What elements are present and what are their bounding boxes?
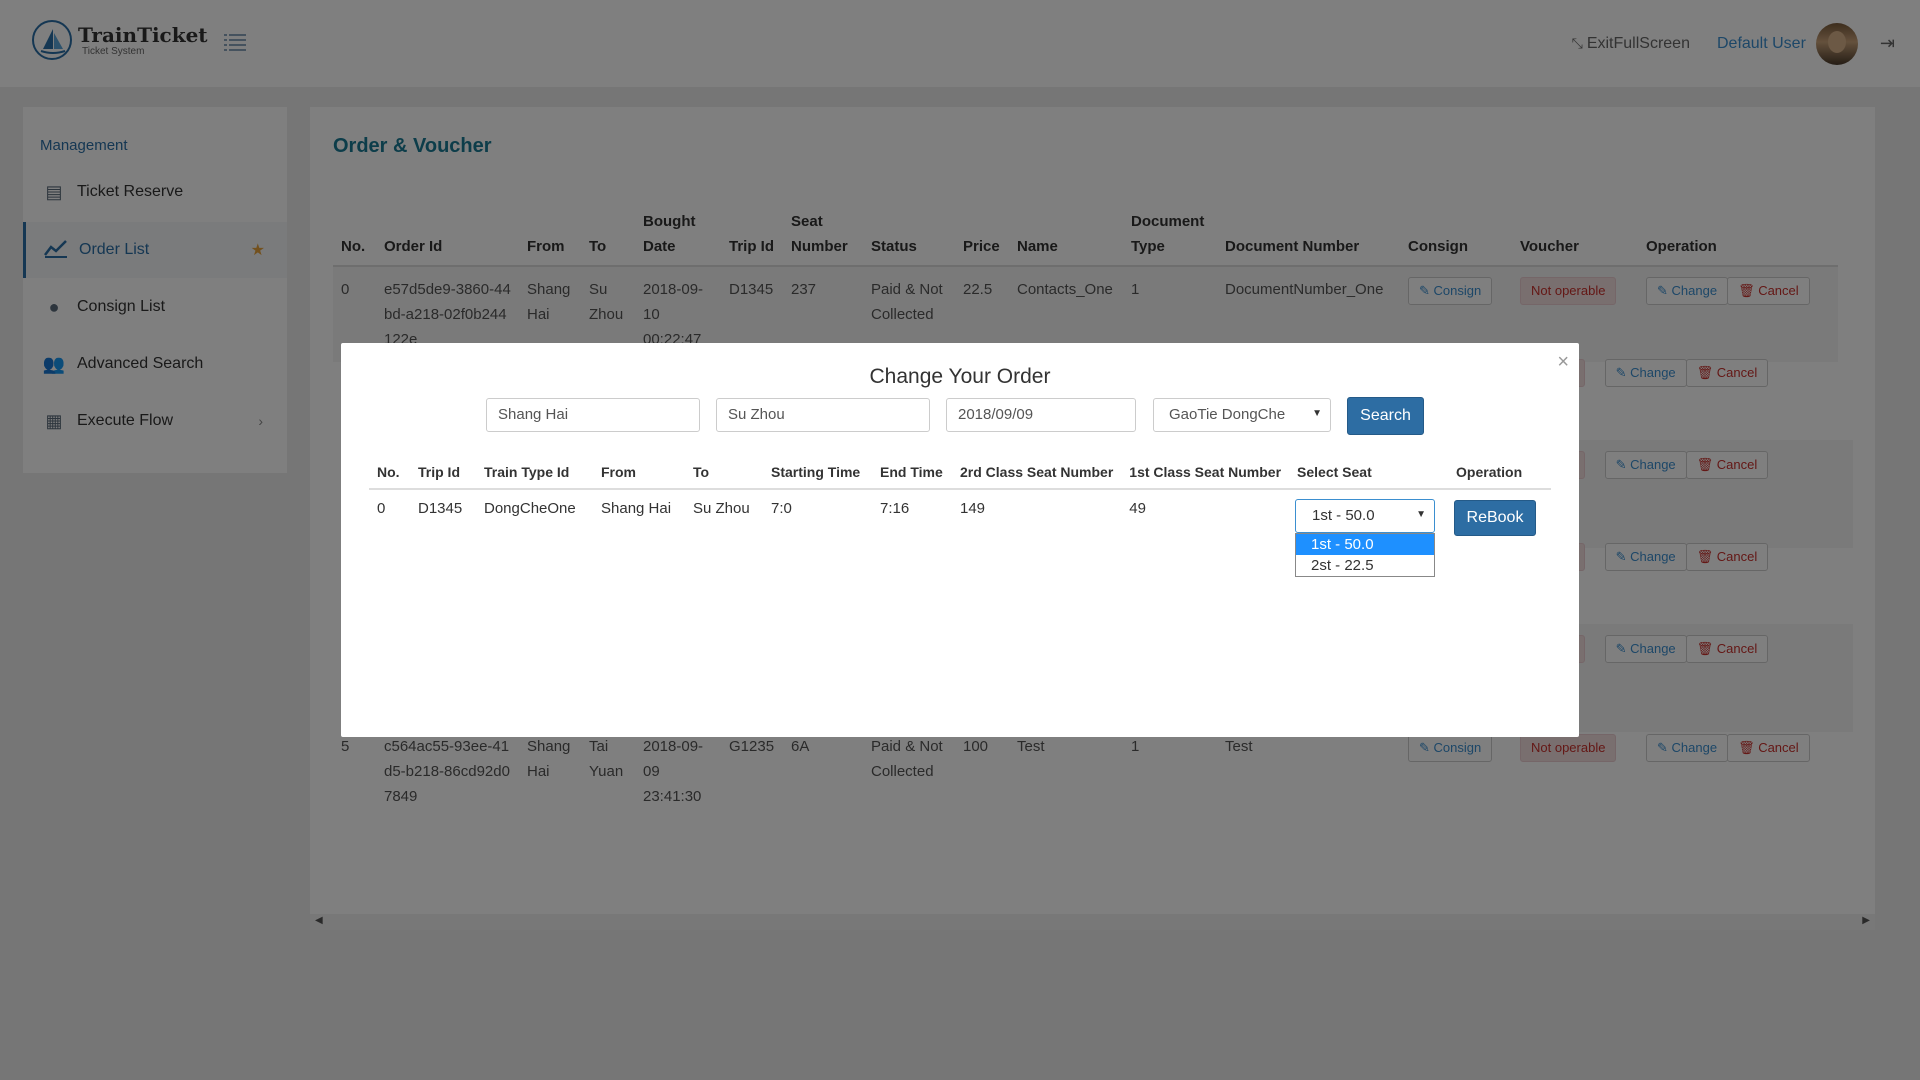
- cell-trip-id: D1345: [418, 500, 463, 517]
- col-header: Trip Id: [410, 455, 476, 490]
- travel-date-input[interactable]: 2018/09/09: [946, 398, 1136, 432]
- seat-option[interactable]: 2st - 22.5: [1296, 555, 1434, 576]
- col-header: Starting Time: [763, 455, 872, 490]
- col-header: 2rd Class Seat Number: [952, 455, 1122, 490]
- seat-dropdown-menu: 1st - 50.0 2st - 22.5: [1295, 533, 1435, 577]
- train-type-select[interactable]: GaoTie DongChe ▼: [1153, 398, 1331, 432]
- to-station-input[interactable]: Su Zhou: [716, 398, 930, 432]
- cell-train-type: DongCheOne: [484, 500, 576, 517]
- col-header: Select Seat: [1289, 455, 1449, 490]
- caret-down-icon: ▼: [1312, 408, 1322, 419]
- col-header: From: [593, 455, 685, 490]
- seat-select-value: 1st - 50.0: [1312, 507, 1375, 524]
- train-type-value: GaoTie DongChe: [1169, 406, 1286, 423]
- from-station-input[interactable]: Shang Hai: [486, 398, 700, 432]
- cell-start-time: 7:0: [771, 500, 792, 517]
- cell-no: 0: [377, 500, 386, 517]
- cell-to: Su Zhou: [693, 500, 750, 517]
- caret-down-icon: ▼: [1416, 509, 1426, 520]
- cell-end-time: 7:16: [880, 500, 910, 517]
- table-header-row: No. Trip Id Train Type Id From To Starti…: [369, 455, 1551, 490]
- col-header: Train Type Id: [476, 455, 593, 490]
- cell-second-class-seats: 149: [960, 500, 986, 517]
- col-header: No.: [369, 455, 410, 490]
- search-button[interactable]: Search: [1347, 397, 1424, 435]
- col-header: End Time: [872, 455, 952, 490]
- seat-option[interactable]: 1st - 50.0: [1296, 534, 1434, 555]
- col-header: To: [685, 455, 763, 490]
- cell-from: Shang Hai: [601, 500, 672, 517]
- seat-select[interactable]: 1st - 50.0 ▼: [1295, 499, 1435, 533]
- change-order-modal: × Change Your Order Shang Hai Su Zhou 20…: [341, 343, 1579, 737]
- col-header: Operation: [1448, 455, 1551, 490]
- rebook-button[interactable]: ReBook: [1454, 500, 1536, 536]
- modal-title: Change Your Order: [869, 365, 1051, 388]
- col-header: 1st Class Seat Number: [1121, 455, 1290, 490]
- cell-first-class-seats: 49: [1129, 500, 1146, 517]
